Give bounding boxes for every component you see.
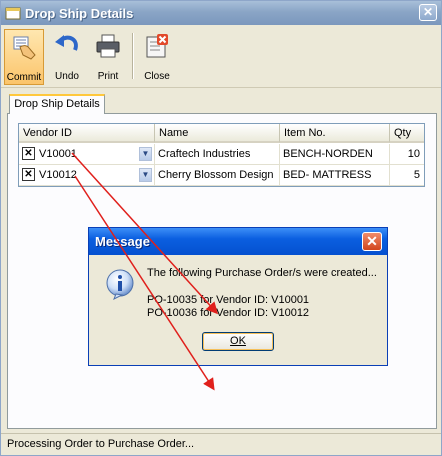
app-icon xyxy=(5,7,21,20)
close-document-icon xyxy=(146,34,168,58)
title-bar[interactable]: Drop Ship Details ✕ xyxy=(1,1,441,25)
undo-label: Undo xyxy=(55,71,79,82)
status-bar: Processing Order to Purchase Order... xyxy=(1,433,441,455)
undo-button[interactable]: Undo xyxy=(47,29,87,85)
info-icon xyxy=(106,269,134,300)
dialog-po-line: PO-10035 for Vendor ID: V10001 xyxy=(147,294,310,306)
vendor-id-value: V10001 xyxy=(39,148,77,160)
qty-cell[interactable]: 10 xyxy=(390,144,424,165)
item-no-cell[interactable]: BED- MATTRESS xyxy=(280,165,390,186)
dialog-title: Message xyxy=(95,234,150,249)
commit-label: Commit xyxy=(6,72,42,83)
name-cell[interactable]: Craftech Industries xyxy=(155,144,280,165)
delete-row-icon[interactable]: ✕ xyxy=(22,168,35,181)
main-window: Drop Ship Details ✕ Commit Undo Print Cl… xyxy=(0,0,442,456)
window-close-button[interactable]: ✕ xyxy=(419,4,437,21)
tab-drop-ship-details[interactable]: Drop Ship Details xyxy=(9,94,105,114)
dialog-title-bar[interactable]: Message ✕ xyxy=(89,228,387,255)
column-header-vendor-id[interactable]: Vendor ID xyxy=(19,124,155,143)
column-header-qty[interactable]: Qty xyxy=(390,124,424,143)
chevron-down-icon[interactable]: ▼ xyxy=(139,147,152,161)
toolbar-separator xyxy=(132,33,134,79)
printer-icon xyxy=(96,34,120,58)
undo-icon xyxy=(55,35,78,51)
ok-button[interactable]: OK xyxy=(202,332,274,351)
qty-cell[interactable]: 5 xyxy=(390,165,424,186)
delete-row-icon[interactable]: ✕ xyxy=(22,147,35,160)
dialog-message-line: The following Purchase Order/s were crea… xyxy=(147,267,377,279)
close-label: Close xyxy=(144,71,170,82)
window-title: Drop Ship Details xyxy=(25,6,134,21)
column-header-item-no[interactable]: Item No. xyxy=(280,124,390,143)
dialog-close-button[interactable]: ✕ xyxy=(362,232,382,251)
close-button[interactable]: Close xyxy=(137,29,177,85)
toolbar: Commit Undo Print Close xyxy=(1,25,441,88)
commit-button[interactable]: Commit xyxy=(4,29,44,85)
print-button[interactable]: Print xyxy=(88,29,128,85)
ok-label: OK xyxy=(230,335,246,347)
item-no-cell[interactable]: BENCH-NORDEN xyxy=(280,144,390,165)
message-dialog: Message ✕ The following Purchase Order/s… xyxy=(88,227,388,366)
table-row-vendor-cell[interactable]: ✕ V10012 ▼ xyxy=(19,165,155,186)
print-label: Print xyxy=(97,71,119,82)
drop-ship-grid: Vendor ID Name Item No. Qty ✕ V10001 ▼ C… xyxy=(18,123,425,187)
table-row-vendor-cell[interactable]: ✕ V10001 ▼ xyxy=(19,144,155,165)
vendor-id-value: V10012 xyxy=(39,169,77,181)
name-cell[interactable]: Cherry Blossom Design xyxy=(155,165,280,186)
chevron-down-icon[interactable]: ▼ xyxy=(139,168,152,182)
commit-icon xyxy=(13,36,36,60)
column-header-name[interactable]: Name xyxy=(155,124,280,143)
dialog-po-line: PO-10036 for Vendor ID: V10012 xyxy=(147,307,310,319)
